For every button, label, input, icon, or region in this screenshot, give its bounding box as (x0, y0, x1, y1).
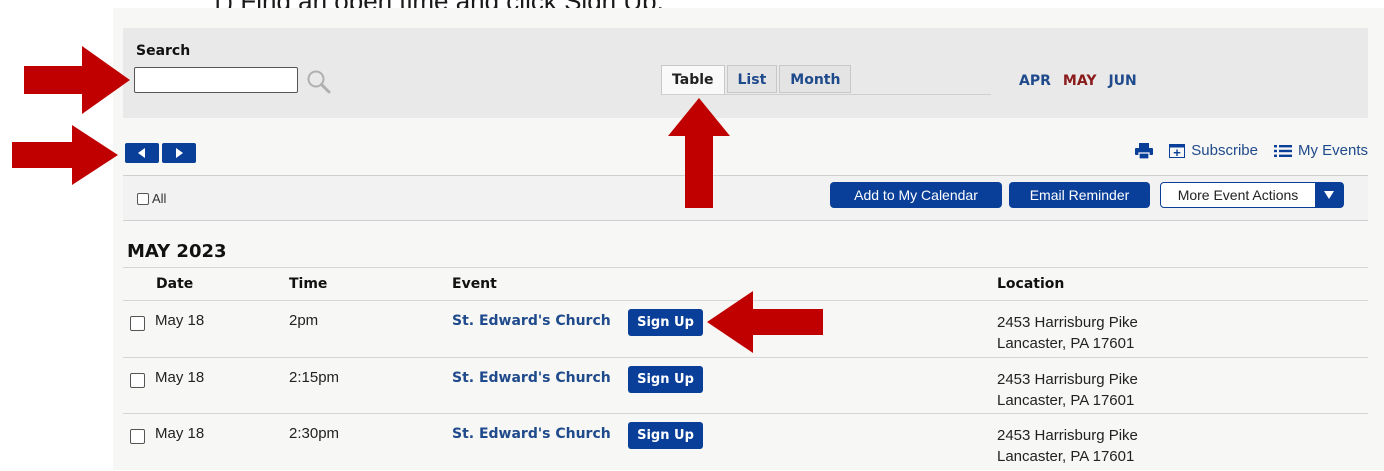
subscribe-link[interactable]: Subscribe (1169, 142, 1258, 159)
row-date: May 18 (155, 369, 205, 386)
annotation-arrow-left (707, 291, 823, 353)
search-input[interactable] (134, 67, 298, 93)
select-all-checkbox[interactable]: All (137, 191, 166, 206)
row-divider (123, 357, 1368, 358)
row-location: 2453 Harrisburg Pike Lancaster, PA 17601 (997, 425, 1138, 467)
column-header-date: Date (156, 276, 194, 292)
my-events-link[interactable]: My Events (1273, 142, 1368, 159)
prev-button[interactable] (125, 143, 159, 163)
row-location: 2453 Harrisburg Pike Lancaster, PA 17601 (997, 369, 1138, 411)
row-checkbox[interactable] (130, 373, 145, 388)
search-icon[interactable] (306, 69, 332, 95)
row-time: 2:15pm (289, 369, 340, 386)
location-line: 2453 Harrisburg Pike (997, 427, 1138, 444)
sign-up-button[interactable]: Sign Up (628, 366, 703, 393)
table-row: May 18 2:30pm St. Edward's Church Sign U… (0, 415, 1384, 471)
month-heading: MAY 2023 (127, 241, 227, 262)
more-event-actions-dropdown[interactable]: More Event Actions (1160, 182, 1344, 208)
row-divider (123, 413, 1368, 414)
subscribe-icon (1169, 143, 1186, 158)
column-header-event: Event (452, 276, 497, 292)
row-date: May 18 (155, 425, 205, 442)
prev-arrow-icon (138, 148, 145, 158)
print-button[interactable] (1135, 142, 1154, 159)
view-tabs: Table List Month (661, 65, 853, 95)
list-icon (1273, 144, 1292, 157)
print-icon (1135, 142, 1154, 159)
row-date: May 18 (155, 312, 205, 329)
column-header-time: Time (289, 276, 328, 292)
month-link-apr[interactable]: APR (1019, 73, 1051, 89)
row-time: 2pm (289, 312, 319, 329)
month-link-jun[interactable]: JUN (1108, 73, 1136, 89)
divider (123, 267, 1368, 268)
annotation-arrow-right (12, 125, 118, 185)
prev-next-nav (125, 143, 196, 163)
column-header-location: Location (997, 276, 1065, 292)
month-link-may[interactable]: MAY (1063, 73, 1097, 89)
next-arrow-icon (176, 148, 183, 158)
row-checkbox[interactable] (130, 316, 145, 331)
email-reminder-button[interactable]: Email Reminder (1009, 182, 1150, 208)
annotation-arrow-up (668, 98, 730, 208)
table-row: May 18 2pm St. Edward's Church Sign Up 2… (0, 302, 1384, 358)
location-line: 2453 Harrisburg Pike (997, 371, 1138, 388)
add-to-calendar-button[interactable]: Add to My Calendar (830, 182, 1002, 208)
subscribe-label: Subscribe (1191, 142, 1258, 159)
location-line: Lancaster, PA 17601 (997, 335, 1135, 352)
next-button[interactable] (162, 143, 196, 163)
row-location: 2453 Harrisburg Pike Lancaster, PA 17601 (997, 312, 1138, 354)
location-line: Lancaster, PA 17601 (997, 448, 1135, 465)
search-label: Search (136, 43, 191, 59)
location-line: 2453 Harrisburg Pike (997, 314, 1138, 331)
annotation-arrow-right (24, 46, 130, 114)
event-link[interactable]: St. Edward's Church (452, 313, 611, 329)
dropdown-caret-button[interactable] (1315, 183, 1343, 207)
more-event-actions-label[interactable]: More Event Actions (1161, 183, 1315, 207)
event-link[interactable]: St. Edward's Church (452, 370, 611, 386)
sign-up-button[interactable]: Sign Up (628, 309, 703, 336)
sign-up-button[interactable]: Sign Up (628, 422, 703, 449)
checkbox-box[interactable] (137, 192, 149, 205)
dropdown-caret-icon (1324, 191, 1334, 199)
location-line: Lancaster, PA 17601 (997, 392, 1135, 409)
my-events-label: My Events (1297, 142, 1368, 159)
event-link[interactable]: St. Edward's Church (452, 426, 611, 442)
table-row: May 18 2:15pm St. Edward's Church Sign U… (0, 359, 1384, 415)
tab-month[interactable]: Month (779, 65, 852, 93)
month-nav: APR MAY JUN (1019, 73, 1137, 89)
row-time: 2:30pm (289, 425, 340, 442)
tab-list[interactable]: List (726, 65, 778, 93)
select-all-label: All (152, 191, 167, 206)
tab-table[interactable]: Table (661, 65, 725, 95)
tab-divider (661, 94, 991, 95)
row-checkbox[interactable] (130, 429, 145, 444)
top-actions: Subscribe My Events (1135, 142, 1368, 159)
